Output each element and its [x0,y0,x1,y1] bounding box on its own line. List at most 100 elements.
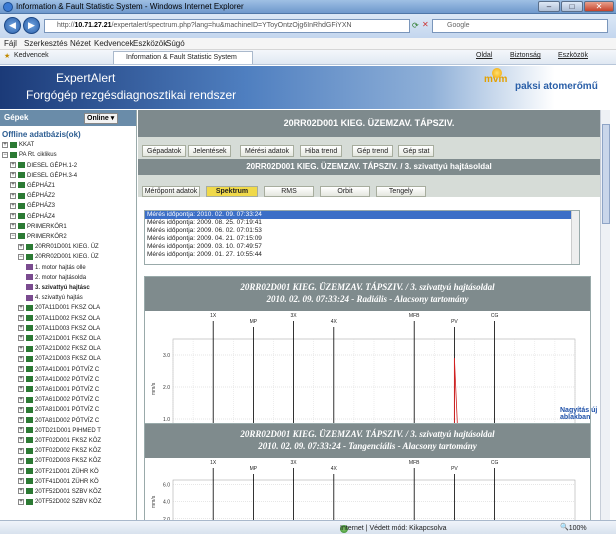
expand-icon[interactable]: + [18,396,24,403]
page-menu[interactable]: Oldal [476,52,492,59]
expand-icon[interactable]: + [18,468,24,475]
close-button[interactable]: ✕ [584,1,614,12]
online-dropdown[interactable]: Online ▾ [84,113,118,124]
tree-item[interactable]: Offline adatbázis(ok) [2,130,81,140]
tree-item[interactable]: + GÉPHÁZ1 [10,181,55,191]
browser-tab[interactable]: Information & Fault Statistic System [113,51,253,64]
tab-3[interactable]: Hiba trend [300,145,343,157]
stop-icon[interactable]: ✕ [422,20,429,29]
measurement-list[interactable]: Mérés időpontja: 2010. 02. 09. 07:33:24 M… [144,210,580,265]
measurement-item[interactable]: Mérés időpontja: 2009. 01. 27. 10:55:44 [145,251,579,259]
tree-item[interactable]: +20TF52D001 SZBV KÖZ [18,487,101,497]
tools-menu[interactable]: Eszközök [558,52,588,59]
favorites-star-icon[interactable]: ★ [4,52,10,60]
expand-icon[interactable]: + [18,478,24,485]
tree-item[interactable]: +20TA11D003 FKSZ OLA [18,324,100,334]
tab-4[interactable]: Gép trend [352,145,394,157]
tree-item[interactable]: + GÉPHÁZ3 [10,201,55,211]
measurement-item[interactable]: Mérés időpontja: 2009. 04. 21. 07:15:09 [145,235,579,243]
tree-item[interactable]: + KKAT [2,140,34,150]
expand-icon[interactable]: + [10,192,16,199]
subtab-3[interactable]: Orbit [320,186,370,197]
tree-item[interactable]: − PA Rt. ciklikus [2,150,57,160]
refresh-icon[interactable]: ⟳ [412,21,419,30]
tree-item[interactable]: 2. motor hajtásolda [26,273,86,283]
expand-icon[interactable]: + [18,386,24,393]
expand-icon[interactable]: + [10,223,16,230]
tree-item[interactable]: +20TF21D001 ZÜHR KÖ [18,467,99,477]
expand-icon[interactable]: + [18,427,24,434]
tree-item[interactable]: +20RR01D001 KIEG. ÜZ [18,242,99,252]
url-input[interactable]: http://10.71.27.21/expertalert/spectrum.… [44,19,410,33]
tree-item[interactable]: +20TF02D003 FKSZ KÖZ [18,456,101,466]
expand-icon[interactable]: + [18,243,24,250]
tree-item[interactable]: + DIESEL GÉPH.3-4 [10,171,77,181]
expand-icon[interactable]: + [18,437,24,444]
tab-1[interactable]: Jelentések [188,145,232,157]
tree-item[interactable]: +20TF41D001 ZÜHR KÖ [18,477,99,487]
tree-item[interactable]: + GÉPHÁZ2 [10,191,55,201]
tree-item[interactable]: + DIESEL GÉPH.1-2 [10,161,77,171]
collapse-icon[interactable]: − [18,253,24,260]
tree-item[interactable]: +20TA81D002 PÓTVÍZ C [18,416,99,426]
tree-item[interactable]: +20TA21D003 FKSZ OLA [18,354,101,364]
expand-icon[interactable]: + [18,447,24,454]
measurement-item[interactable]: Mérés időpontja: 2009. 03. 10. 07:49:57 [145,243,579,251]
expand-icon[interactable]: + [18,457,24,464]
measurement-item[interactable]: Mérés időpontja: 2010. 02. 09. 07:33:24 [145,211,579,219]
tree-item[interactable]: +20TA61D002 PÓTVÍZ C [18,395,99,405]
tree-item[interactable]: +20TA21D001 FKSZ OLA [18,334,101,344]
tree-item[interactable]: + GÉPHÁZ4 [10,212,55,222]
expand-icon[interactable]: + [18,488,24,495]
menu-view[interactable]: Nézet [70,39,91,48]
expand-icon[interactable]: + [10,202,16,209]
page-scrollbar[interactable] [600,110,610,520]
expand-icon[interactable]: + [10,213,16,220]
maximize-button[interactable]: □ [561,1,583,12]
tree-item[interactable]: − 20RR02D001 KIEG. ÜZ [18,252,99,262]
tree-item[interactable]: +20TA11D001 FKSZ OLA [18,303,100,313]
expand-icon[interactable]: + [10,162,16,169]
measurement-item[interactable]: Mérés időpontja: 2009. 06. 02. 07:01:53 [145,227,579,235]
expand-icon[interactable]: + [10,182,16,189]
minimize-button[interactable]: – [538,1,560,12]
tree-item[interactable]: +20TA21D002 FKSZ OLA [18,344,101,354]
tree-item[interactable]: +20TA41D001 PÓTVÍZ C [18,365,99,375]
collapse-icon[interactable]: − [10,233,16,240]
tree-item[interactable]: +20TA41D002 PÓTVÍZ C [18,375,99,385]
tab-0[interactable]: Gépadatok [142,145,187,157]
menu-favorites[interactable]: Kedvencek [94,39,134,48]
expand-icon[interactable]: + [10,172,16,179]
expand-icon[interactable]: + [18,417,24,424]
tree-item[interactable]: + PRIMERKÖR1 [10,222,67,232]
scroll-thumb[interactable] [602,124,610,224]
expand-icon[interactable]: + [18,335,24,342]
tree-item[interactable]: 3. szivattyú hajtásc [26,283,90,293]
back-icon[interactable]: ◀ [4,17,21,34]
subtab-4[interactable]: Tengely [376,186,426,197]
menu-help[interactable]: Súgó [166,39,185,48]
tree-item[interactable]: +20TA81D001 PÓTVÍZ C [18,405,99,415]
tab-2[interactable]: Mérési adatok [240,145,294,157]
subtab-1[interactable]: Spektrum [206,186,258,197]
collapse-icon[interactable]: − [2,151,8,158]
expand-icon[interactable]: + [18,406,24,413]
tree-item[interactable]: +20TA11D002 FKSZ OLA [18,314,100,324]
favorites-button[interactable]: Kedvencek [14,52,49,59]
menu-tools[interactable]: Eszközök [133,39,167,48]
tree-item[interactable]: 1. motor hajtás olle [26,263,86,273]
menu-file[interactable]: Fájl [4,39,17,48]
expand-icon[interactable]: + [18,315,24,322]
tree-item[interactable]: 4. szivattyú hajtás [26,293,83,303]
tab-5[interactable]: Gép stat [398,145,435,157]
subtab-0[interactable]: Mérőpont adatok [142,186,200,197]
expand-icon[interactable]: + [18,355,24,362]
tree-item[interactable]: +20TF02D002 FKSZ KÖZ [18,446,101,456]
expand-icon[interactable]: + [18,376,24,383]
measurement-item[interactable]: Mérés időpontja: 2009. 08. 25. 07:19:41 [145,219,579,227]
forward-icon[interactable]: ▶ [23,17,40,34]
tree-item[interactable]: − PRIMERKÖR2 [10,232,67,242]
tree-item[interactable]: +20TF52D002 SZBV KÖZ [18,497,101,507]
expand-icon[interactable]: + [18,325,24,332]
menu-edit[interactable]: Szerkesztés [24,39,68,48]
